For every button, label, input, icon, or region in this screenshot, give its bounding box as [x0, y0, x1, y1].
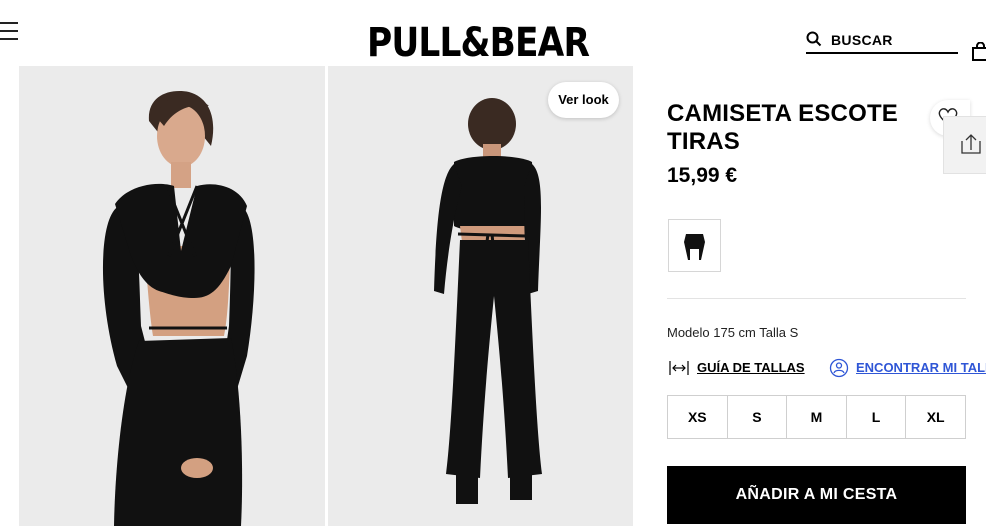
model-info: Modelo 175 cm Talla S	[667, 325, 799, 340]
size-option-xs[interactable]: XS	[668, 396, 728, 438]
size-guide-label: GUÍA DE TALLAS	[697, 360, 805, 375]
size-option-xl[interactable]: XL	[906, 396, 965, 438]
share-icon	[961, 134, 981, 154]
menu-icon[interactable]	[0, 20, 20, 42]
size-option-s[interactable]: S	[728, 396, 788, 438]
brand-logo[interactable]: PULL&BEAR	[367, 20, 591, 66]
product-title: CAMISETA ESCOTE TIRAS	[667, 100, 899, 155]
share-button[interactable]	[943, 116, 986, 174]
divider	[667, 298, 966, 299]
add-to-cart-button[interactable]: AÑADIR A MI CESTA	[667, 466, 966, 524]
search-icon	[806, 31, 822, 47]
bag-icon[interactable]	[972, 42, 986, 62]
ver-look-button[interactable]: Ver look	[548, 82, 619, 118]
find-my-size-label: ENCONTRAR MI TALLA	[856, 360, 986, 375]
ruler-icon	[669, 361, 689, 375]
size-selector: XS S M L XL	[667, 395, 966, 439]
product-image-front[interactable]	[19, 66, 325, 526]
user-size-icon	[829, 358, 849, 378]
product-price: 15,99 €	[667, 164, 738, 187]
search-label: BUSCAR	[831, 32, 893, 48]
size-option-m[interactable]: M	[787, 396, 847, 438]
color-swatch-black[interactable]	[668, 219, 721, 272]
search-input[interactable]: BUSCAR	[806, 30, 958, 54]
size-option-l[interactable]: L	[847, 396, 907, 438]
product-image-back[interactable]	[328, 66, 633, 526]
